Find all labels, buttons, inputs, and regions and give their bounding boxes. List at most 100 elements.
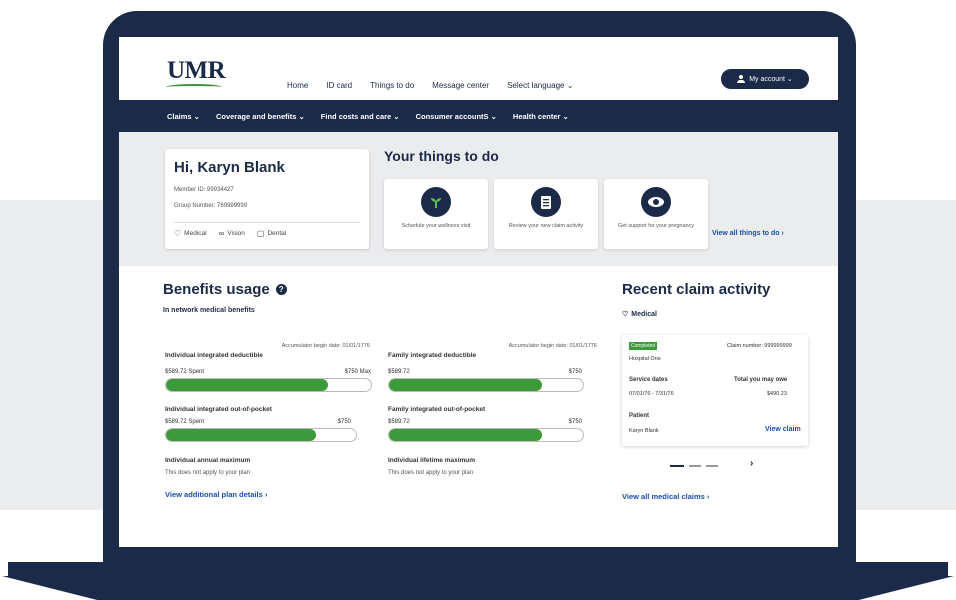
tile-pregnancy-text: Get support for your pregnancy <box>617 223 695 229</box>
view-plan-details-label: View additional plan details <box>165 490 263 499</box>
coverage-dental-label: Dental <box>267 230 287 237</box>
accumulator-date-right: Accumulator begin date: 01/01/1776 <box>508 343 597 349</box>
laptop-screen: UMR Home ID card Things to do Message ce… <box>119 37 838 547</box>
top-nav: Home ID card Things to do Message center… <box>287 81 573 90</box>
main-nav-bar: Claims ⌄ Coverage and benefits ⌄ Find co… <box>119 100 838 132</box>
tile-wellness[interactable]: Schedule your wellness visit <box>384 179 488 249</box>
progress-bar-fill <box>166 429 317 441</box>
benefit-spent: $589.72 Spent <box>165 369 205 375</box>
greeting: Hi, Karyn Blank <box>174 159 285 176</box>
pager-dot-active[interactable] <box>670 465 684 467</box>
benefit-label: Family integrated out-of-pocket <box>388 406 486 413</box>
menu-coverage[interactable]: Coverage and benefits ⌄ <box>216 112 305 121</box>
coverage-vision[interactable]: ∞ Vision <box>219 229 245 238</box>
things-to-do-title: Your things to do <box>384 148 499 164</box>
carousel-pager <box>670 465 718 467</box>
laptop-base-lip <box>2 576 954 600</box>
view-claim-link[interactable]: View claim <box>765 426 801 433</box>
progress-bar <box>388 378 584 392</box>
chevron-right-icon: › <box>781 230 784 237</box>
nav-home[interactable]: Home <box>287 81 308 90</box>
benefit-limit: $750 Max <box>344 369 371 375</box>
accumulator-date-left: Accumulator begin date: 01/01/1776 <box>281 343 370 349</box>
total-owe-label: Total you may owe <box>734 377 788 383</box>
tile-pregnancy[interactable]: Get support for your pregnancy <box>604 179 708 249</box>
menu-consumer-accounts[interactable]: Consumer accountS ⌄ <box>416 112 497 121</box>
nav-things-to-do[interactable]: Things to do <box>370 81 414 90</box>
benefit-label: Family integrated deductible <box>388 352 477 359</box>
tile-claim-activity-text: Review your new claim activity <box>508 223 584 229</box>
pager-dot[interactable] <box>689 465 701 467</box>
my-account-button[interactable]: My account ⌄ <box>721 69 809 89</box>
progress-bar <box>388 428 584 442</box>
glasses-icon: ∞ <box>218 229 225 238</box>
clipboard-icon <box>531 187 561 217</box>
progress-bar-fill <box>389 379 543 391</box>
chevron-right-icon[interactable]: › <box>750 458 753 469</box>
person-icon <box>737 75 746 83</box>
hero-section: Hi, Karyn Blank Member ID: 99934427 Grou… <box>119 132 838 266</box>
coverage-vision-label: Vision <box>227 230 245 237</box>
benefit-limit: $750 <box>568 369 582 375</box>
coverage-dental[interactable]: ▢ Dental <box>257 229 286 238</box>
coverage-medical-label: Medical <box>184 230 207 237</box>
group-number: Group Number: 769999999 <box>174 203 248 209</box>
my-account-label: My account ⌄ <box>749 76 793 83</box>
lifetime-max-note: This does not apply to your plan <box>388 470 474 476</box>
top-header: UMR Home ID card Things to do Message ce… <box>119 37 838 102</box>
view-all-things-link[interactable]: View all things to do › <box>712 230 784 237</box>
status-badge: Completed <box>629 342 657 350</box>
benefit-spent: $589.72 Spent <box>165 419 205 425</box>
laptop-base <box>8 562 948 576</box>
annual-max-label: Individual annual maximum <box>165 457 251 464</box>
benefit-label: Individual integrated deductible <box>165 352 263 359</box>
claim-number: Claim number: 999999999 <box>727 343 792 349</box>
benefit-limit: $750 <box>337 419 351 425</box>
menu-health-center[interactable]: Health center ⌄ <box>513 112 569 121</box>
patient-name: Karyn Blank <box>629 428 659 434</box>
coverage-medical[interactable]: ♡ Medical <box>174 229 207 238</box>
total-owe: $490.23 <box>767 391 787 397</box>
tile-wellness-text: Schedule your wellness visit <box>401 223 471 229</box>
menu-claims[interactable]: Claims ⌄ <box>167 112 200 121</box>
menu-find-costs[interactable]: Find costs and care ⌄ <box>321 112 400 121</box>
nav-id-card[interactable]: ID card <box>326 81 352 90</box>
member-id: Member ID: 99934427 <box>174 187 234 193</box>
umr-logo[interactable]: UMR <box>167 57 226 85</box>
logo-swoosh-icon <box>166 84 222 90</box>
service-dates-label: Service dates <box>629 377 668 383</box>
progress-bar-fill <box>166 379 328 391</box>
patient-label: Patient <box>629 413 650 419</box>
plant-icon <box>421 187 451 217</box>
progress-bar <box>165 378 372 392</box>
stethoscope-icon: ♡ <box>622 311 629 318</box>
lifetime-max-label: Individual lifetime maximum <box>388 457 476 464</box>
tile-claim-activity[interactable]: Review your new claim activity <box>494 179 598 249</box>
divider <box>174 222 360 223</box>
coverage-row: ♡ Medical ∞ Vision ▢ Dental <box>174 229 286 238</box>
nav-select-language[interactable]: Select language ⌄ <box>507 81 573 90</box>
progress-bar <box>165 428 357 442</box>
help-icon[interactable]: ? <box>275 284 287 295</box>
view-plan-details-link[interactable]: View additional plan details › <box>165 490 267 499</box>
claim-card: Completed Claim number: 999999999 Hospit… <box>622 335 808 446</box>
pager-dot[interactable] <box>706 465 718 467</box>
benefit-spent: $589.72 <box>388 419 410 425</box>
tooth-icon: ▢ <box>256 229 265 238</box>
nav-message-center[interactable]: Message center <box>432 81 489 90</box>
claims-category-label: Medical <box>631 310 657 318</box>
member-card: Hi, Karyn Blank Member ID: 99934427 Grou… <box>165 149 369 249</box>
benefits-title: Benefits usage <box>163 281 270 298</box>
view-all-claims-label: View all medical claims <box>622 492 705 501</box>
view-all-claims-link[interactable]: View all medical claims › <box>622 492 709 501</box>
progress-bar-fill <box>389 429 543 441</box>
in-network-subtitle: In network medical benefits <box>163 307 255 314</box>
claims-medical-tab[interactable]: ♡ Medical <box>622 310 657 319</box>
benefit-label: Individual integrated out-of-pocket <box>165 406 272 413</box>
view-all-things-label: View all things to do <box>712 230 780 237</box>
recent-claims-title: Recent claim activity <box>622 281 771 298</box>
benefits-usage-heading: Benefits usage? <box>163 281 287 298</box>
annual-max-note: This does not apply to your plan <box>165 470 251 476</box>
benefit-spent: $589.72 <box>388 369 410 375</box>
service-dates: 07/01/76 - 7/31/76 <box>629 391 674 397</box>
